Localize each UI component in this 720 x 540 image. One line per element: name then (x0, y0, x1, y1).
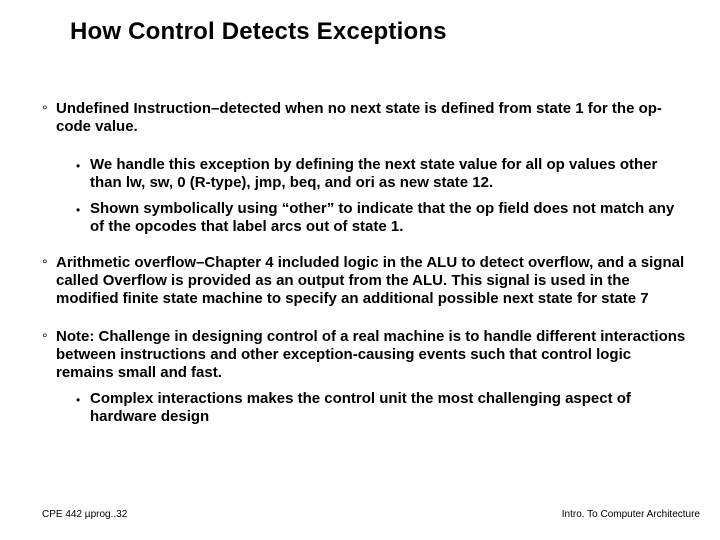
degree-icon: ° (42, 254, 56, 308)
bullet-text: Note: Challenge in designing control of … (56, 328, 690, 382)
dot-icon: • (76, 156, 90, 192)
footer-left: CPE 442 µprog..32 (42, 509, 127, 520)
sub-bullet-item: • Shown symbolically using “other” to in… (76, 200, 690, 236)
slide-body: ° Undefined Instruction–detected when no… (42, 100, 690, 432)
degree-icon: ° (42, 100, 56, 136)
degree-icon: ° (42, 328, 56, 382)
footer-right: Intro. To Computer Architecture (562, 509, 700, 520)
bullet-item: ° Undefined Instruction–detected when no… (42, 100, 690, 136)
sub-bullet-item: • We handle this exception by defining t… (76, 156, 690, 192)
bullet-text: Arithmetic overflow–Chapter 4 included l… (56, 254, 690, 308)
bullet-item: ° Arithmetic overflow–Chapter 4 included… (42, 254, 690, 308)
sub-bullet-text: Shown symbolically using “other” to indi… (90, 200, 690, 236)
slide: How Control Detects Exceptions ° Undefin… (0, 0, 720, 540)
sub-bullet-item: • Complex interactions makes the control… (76, 390, 690, 426)
bullet-item: ° Note: Challenge in designing control o… (42, 328, 690, 382)
slide-title: How Control Detects Exceptions (70, 18, 447, 46)
bullet-text: Undefined Instruction–detected when no n… (56, 100, 690, 136)
sub-bullet-text: We handle this exception by defining the… (90, 156, 690, 192)
dot-icon: • (76, 390, 90, 426)
dot-icon: • (76, 200, 90, 236)
sub-bullet-text: Complex interactions makes the control u… (90, 390, 690, 426)
